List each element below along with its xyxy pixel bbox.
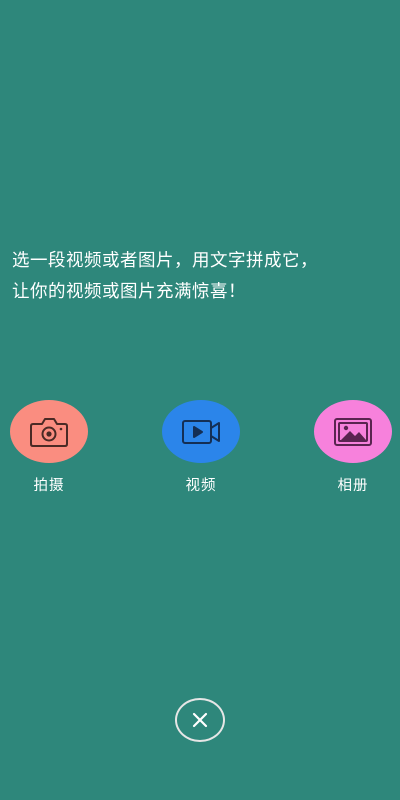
camera-button[interactable] [10,400,88,463]
album-label[interactable]: 相册 [313,474,393,495]
close-button[interactable] [175,698,225,742]
media-picker-screen: 选一段视频或者图片，用文字拼成它， 让你的视频或图片充满惊喜！ 拍摄 视频 相册 [0,0,400,800]
video-option[interactable]: 视频 [161,400,241,495]
camera-option[interactable]: 拍摄 [9,400,89,495]
intro-line-1: 选一段视频或者图片，用文字拼成它， [12,251,318,271]
video-button[interactable] [162,400,240,463]
camera-icon [30,417,68,447]
camera-label[interactable]: 拍摄 [9,474,89,495]
video-label[interactable]: 视频 [161,474,241,495]
album-button[interactable] [314,400,392,463]
image-gallery-icon [334,417,372,446]
album-option[interactable]: 相册 [313,400,393,495]
video-camera-icon [182,419,220,444]
intro-text: 选一段视频或者图片，用文字拼成它， 让你的视频或图片充满惊喜！ [12,246,392,308]
intro-line-2: 让你的视频或图片充满惊喜！ [12,282,246,302]
close-icon [192,712,208,728]
